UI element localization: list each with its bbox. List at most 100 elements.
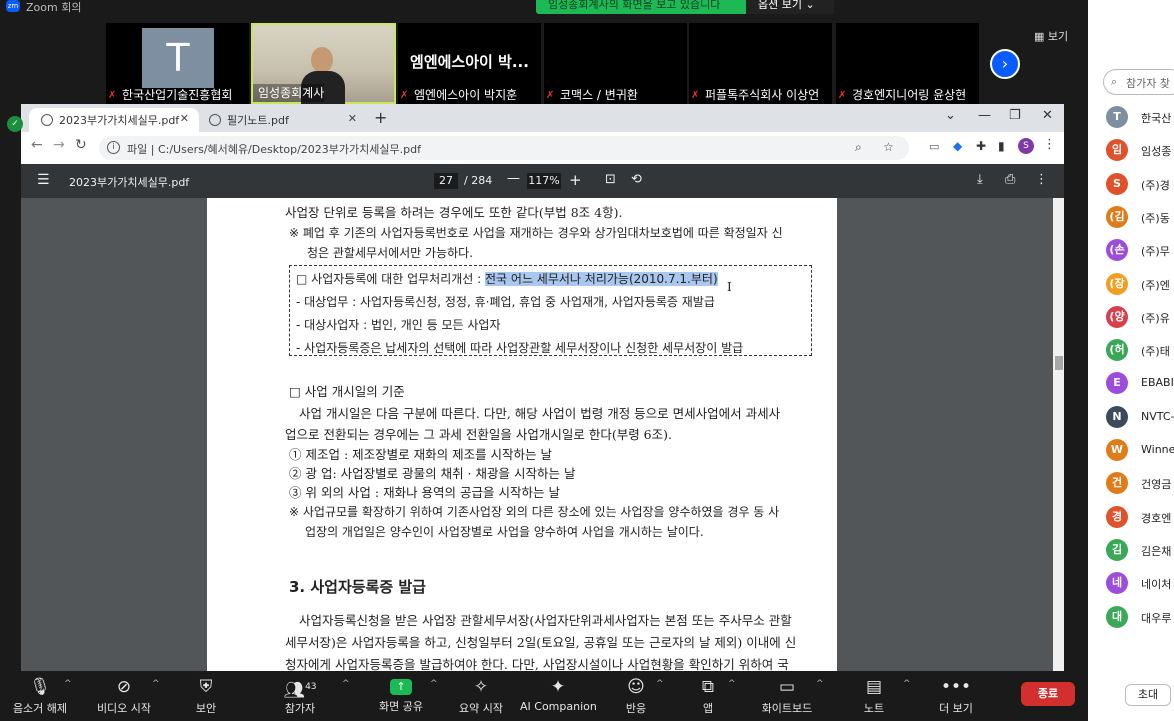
participant-avatar: 네 <box>1106 572 1128 595</box>
participant-list-item[interactable]: (주)동 <box>1141 210 1170 226</box>
participant-list-item[interactable]: Winne <box>1141 443 1174 456</box>
participant-list-item[interactable]: (주)엔 <box>1141 277 1170 293</box>
globe-icon <box>209 114 221 126</box>
highlighted-text[interactable]: 전국 어느 세무서나 처리가능(2010.7.1.부터) <box>485 272 718 286</box>
control-label: AI Companion <box>520 700 597 713</box>
more-icon[interactable]: ⋮ <box>1035 172 1048 187</box>
participant-list-item[interactable]: (주)경 <box>1141 177 1170 193</box>
participant-list-item[interactable]: 네이처 <box>1141 576 1171 592</box>
box-line: - 대상사업자 : 법인, 개인 등 모든 사업자 <box>296 318 501 332</box>
tab-pdf[interactable]: 2023부가가치세실무.pdf ✕ <box>29 108 199 132</box>
video-tile[interactable]: T ✗ 한국산업기술진흥협회 <box>106 23 249 104</box>
more-button[interactable]: ••• 더 보기 <box>934 671 978 721</box>
view-options-button[interactable]: 옵션 보기 ⌄ <box>746 0 834 14</box>
start-summary-button[interactable]: ✧ 요약 시작 <box>454 671 508 721</box>
zoom-input[interactable]: 117% <box>527 173 561 189</box>
participants-button[interactable]: 👥︎43 참가자 <box>272 671 328 721</box>
star-icon[interactable]: ☆ <box>883 140 894 154</box>
participant-list-item[interactable]: 한국산 <box>1141 110 1171 126</box>
share-banner: 임성종회계사의 화면을 보고 있습니다 옵션 보기 ⌄ <box>536 0 834 14</box>
page-number-input[interactable]: 27 <box>434 173 458 189</box>
close-tab-icon[interactable]: ✕ <box>348 112 357 125</box>
pdf-title: 2023부가가치세실무.pdf <box>69 176 190 189</box>
share-screen-button[interactable]: ↑ 화면 공유 <box>374 671 428 721</box>
control-label: 화면 공유 <box>379 700 423 713</box>
shared-browser-window: ✓ 2023부가가치세실무.pdf ✕ 필기노트.pdf ✕ + ⌄ — ❐ ✕… <box>7 104 1064 671</box>
participant-list-item[interactable]: 경호엔 <box>1141 510 1171 526</box>
video-tile[interactable]: ✗ 코맥스 / 변귀환 <box>544 23 687 104</box>
extension-icon[interactable]: ▭ <box>929 140 939 153</box>
print-icon[interactable]: ⎙ <box>1005 172 1015 187</box>
chevron-up-icon[interactable]: ^ <box>728 679 736 689</box>
participant-list-item[interactable]: 김은채 <box>1141 543 1171 559</box>
chevron-up-icon[interactable]: ^ <box>430 679 438 689</box>
text-line: 업으로 전환되는 경우에는 그 과세 전환일을 사업개시일로 한다(부령 6조)… <box>285 427 672 442</box>
zoom-in-icon[interactable]: + <box>569 171 582 189</box>
chevron-up-icon[interactable]: ^ <box>152 679 160 689</box>
tab-search-icon[interactable]: ⌄ <box>945 108 956 123</box>
invite-button[interactable]: 초대 <box>1125 684 1171 706</box>
participant-list-item[interactable]: NVTC- <box>1141 410 1174 423</box>
video-tile-active-speaker[interactable]: 임성종회계사 <box>251 23 396 105</box>
shield-extension-icon[interactable]: ◆ <box>953 139 962 153</box>
profile-avatar[interactable]: S <box>1018 138 1034 154</box>
control-label: 요약 시작 <box>459 702 503 715</box>
video-tile[interactable]: ✗ 경호엔지니어링 윤상현 <box>836 23 979 104</box>
tab-strip: ✓ 2023부가가치세실무.pdf ✕ 필기노트.pdf ✕ + ⌄ — ❐ ✕ <box>7 104 1064 132</box>
end-meeting-button[interactable]: 종료 <box>1021 682 1075 706</box>
sidepanel-icon[interactable]: ▮ <box>998 139 1005 153</box>
reactions-button[interactable]: ☺ 반응 <box>618 671 654 721</box>
rotate-icon[interactable]: ⟲ <box>631 172 642 187</box>
participant-list-item[interactable]: EBABIC <box>1141 376 1174 389</box>
chevron-up-icon[interactable]: ^ <box>816 679 824 689</box>
security-button[interactable]: ⛨ 보안 <box>184 671 228 721</box>
pdf-viewer[interactable]: 사업장 단위로 등록을 하려는 경우에도 또한 같다(부법 8조 4항). ※ … <box>21 198 1064 671</box>
hamburger-icon[interactable]: ☰ <box>37 172 50 188</box>
ai-companion-button[interactable]: ✦ AI Companion <box>520 671 597 721</box>
scrollbar[interactable] <box>1053 198 1064 671</box>
start-video-button[interactable]: ⊘ 비디오 시작 <box>92 671 156 721</box>
zoom-out-icon[interactable]: — <box>507 171 520 186</box>
puzzle-icon[interactable]: ✚ <box>976 139 986 153</box>
chevron-up-icon[interactable]: ^ <box>903 679 911 689</box>
next-page-icon[interactable]: › <box>990 49 1020 79</box>
back-icon[interactable]: ← <box>31 137 43 153</box>
new-tab-button[interactable]: + <box>374 108 387 127</box>
chevron-up-icon[interactable]: ^ <box>656 679 664 689</box>
text-line: ① 제조업 : 제조장별로 재화의 제조를 시작하는 날 <box>289 447 553 462</box>
chevron-up-icon[interactable]: ^ <box>64 679 72 689</box>
participant-avatar: S <box>1106 172 1128 195</box>
participant-list-item[interactable]: (주)무 <box>1141 243 1170 259</box>
avatar: T <box>142 28 214 88</box>
close-window-icon[interactable]: ✕ <box>1042 108 1053 123</box>
video-tile[interactable]: 엠엔에스아이 박... ✗ 엠엔에스아이 박지훈 <box>398 23 541 104</box>
fit-page-icon[interactable]: ⊡ <box>605 172 616 187</box>
close-tab-icon[interactable]: ✕ <box>180 112 189 125</box>
download-icon[interactable]: ⤓ <box>977 172 983 187</box>
video-tile[interactable]: ✗ 퍼플톡주식회사 이상언 <box>689 23 832 104</box>
apps-button[interactable]: ⧉ 앱 <box>690 671 726 721</box>
participant-big-name: 엠엔에스아이 박... <box>410 53 529 71</box>
participant-list-item[interactable]: (주)태 <box>1141 343 1170 359</box>
forward-icon[interactable]: → <box>53 137 65 153</box>
view-button[interactable]: ▦ 보기 <box>1034 28 1068 44</box>
restore-icon[interactable]: ❐ <box>1009 108 1021 123</box>
participant-list-item[interactable]: 건영금 <box>1141 476 1171 492</box>
tab-notes[interactable]: 필기노트.pdf ✕ <box>197 108 367 132</box>
participant-list-item[interactable]: 대우루 <box>1141 610 1171 626</box>
unmute-button[interactable]: 🎙︎ 음소거 해제 <box>8 671 72 721</box>
participant-avatar: (손 <box>1106 239 1128 262</box>
whiteboard-button[interactable]: ▭ 화이트보드 <box>756 671 818 721</box>
url-field[interactable]: i 파일 | C:/Users/혜서혜유/Desktop/2023부가가치세실무… <box>99 136 909 160</box>
chevron-up-icon[interactable]: ^ <box>342 679 350 689</box>
participant-search-input[interactable]: ⌕ 참가자 찾 <box>1103 69 1174 95</box>
participant-list-item[interactable]: (주)유 <box>1141 310 1170 326</box>
menu-icon[interactable]: ⋮ <box>1043 137 1056 152</box>
control-label: 앱 <box>702 702 714 715</box>
scrollbar-thumb[interactable] <box>1055 356 1063 370</box>
notes-button[interactable]: ▤ 노트 <box>856 671 892 721</box>
minimize-icon[interactable]: — <box>978 108 991 123</box>
reload-icon[interactable]: ↻ <box>75 137 87 153</box>
participant-list-item[interactable]: 임성종 <box>1141 143 1171 159</box>
zoom-icon[interactable]: ⌕ <box>855 140 862 155</box>
